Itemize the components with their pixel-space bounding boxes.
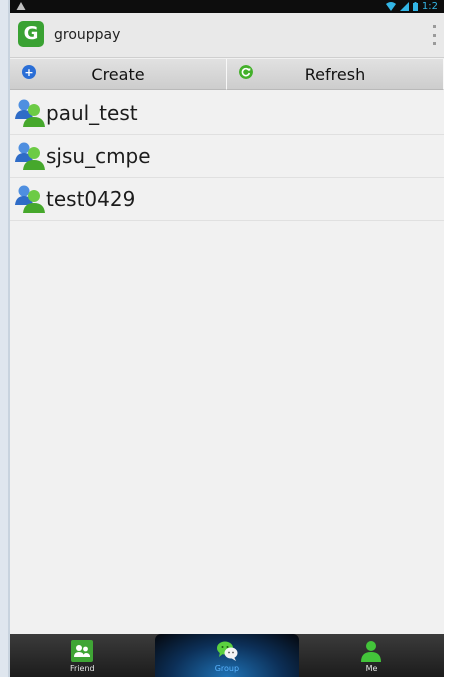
tab-friend-label: Friend <box>69 664 95 673</box>
friend-icon <box>71 640 94 662</box>
status-indicators: 1:2 <box>385 1 438 12</box>
app-window: 1:2 G grouppay + Create Refresh paul_tes… <box>10 0 444 677</box>
group-icon <box>15 99 45 127</box>
bottom-nav: Friend Group Me <box>10 634 444 677</box>
app-logo-icon[interactable]: G <box>18 21 44 47</box>
tab-group-label: Group <box>214 664 240 673</box>
group-icon <box>15 185 45 213</box>
status-time: 1:2 <box>421 1 438 12</box>
create-button-label: Create <box>91 64 145 84</box>
overflow-dot <box>432 42 436 45</box>
wifi-icon <box>385 2 396 11</box>
app-title: grouppay <box>54 27 121 43</box>
status-bar: 1:2 <box>10 0 444 13</box>
refresh-button-label: Refresh <box>304 64 366 84</box>
signal-icon <box>399 2 409 11</box>
person-icon <box>361 641 382 662</box>
button-bar: + Create Refresh <box>10 59 444 90</box>
plus-icon: + <box>22 65 36 79</box>
create-button[interactable]: + Create <box>10 59 227 90</box>
group-icon <box>15 142 45 170</box>
group-name: test0429 <box>46 187 136 211</box>
group-name: sjsu_cmpe <box>46 144 151 168</box>
refresh-icon <box>239 65 253 79</box>
group-item[interactable]: paul_test <box>10 92 444 135</box>
tab-me-label: Me <box>365 664 378 673</box>
overflow-dot <box>432 33 436 37</box>
screen: 1:2 G grouppay + Create Refresh paul_tes… <box>0 0 450 677</box>
tab-friend[interactable]: Friend <box>10 634 155 677</box>
overflow-menu-icon[interactable] <box>430 25 438 45</box>
refresh-button[interactable]: Refresh <box>227 59 444 90</box>
action-bar: G grouppay <box>10 13 444 58</box>
group-item[interactable]: test0429 <box>10 178 444 221</box>
app-logo-letter: G <box>23 23 39 44</box>
battery-icon <box>412 2 418 11</box>
overflow-dot <box>432 25 436 28</box>
warning-icon <box>16 2 26 10</box>
group-item[interactable]: sjsu_cmpe <box>10 135 444 178</box>
group-name: paul_test <box>46 101 138 125</box>
window-edge <box>0 0 10 677</box>
group-list: paul_test sjsu_cmpe test0429 <box>10 92 444 221</box>
group-chat-icon <box>216 641 238 661</box>
tab-group[interactable]: Group <box>154 634 300 677</box>
tab-me[interactable]: Me <box>299 634 444 677</box>
